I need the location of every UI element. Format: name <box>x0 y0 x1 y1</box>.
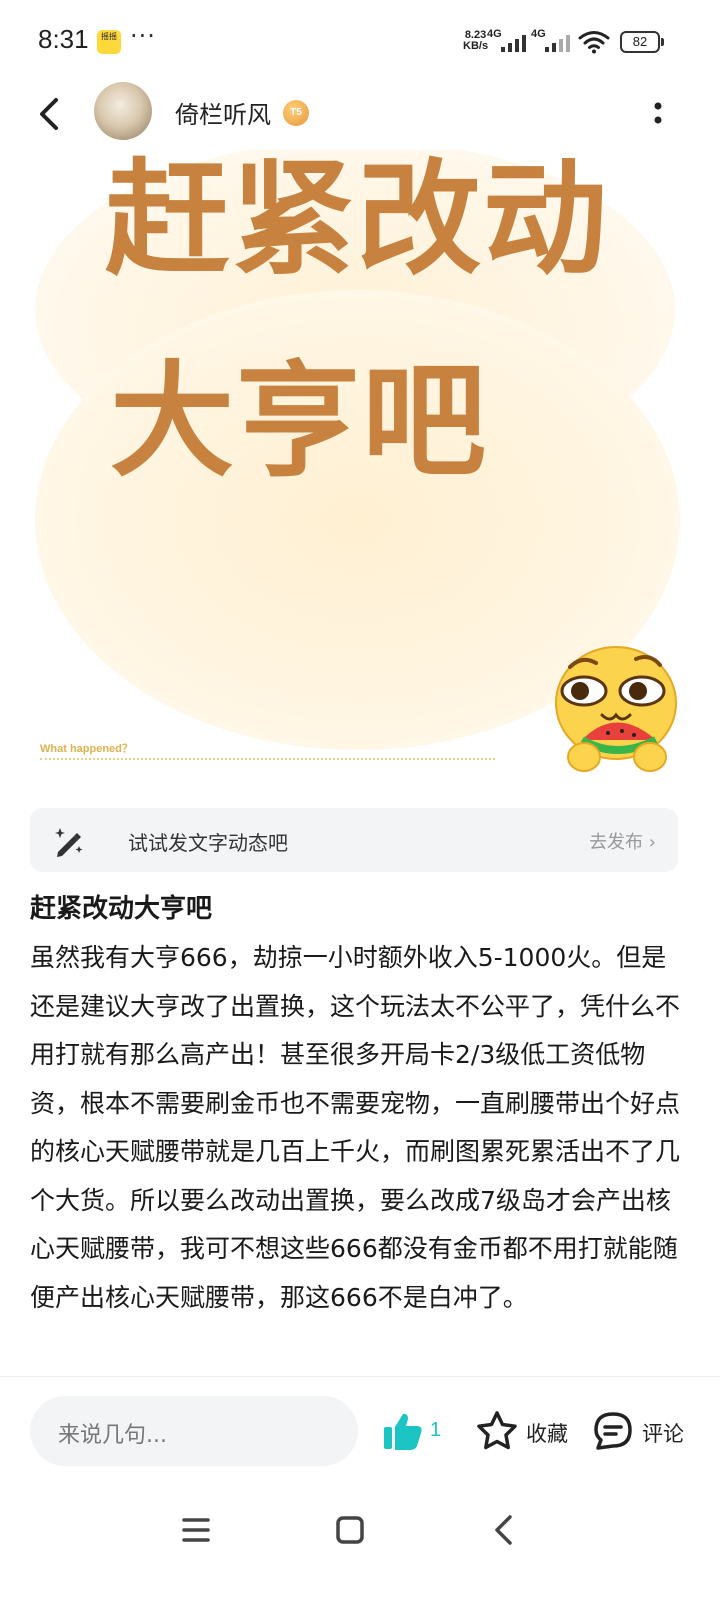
like-button[interactable]: 1 <box>382 1410 452 1452</box>
post-body: 虽然我有大亨666，劫掠一小时额外收入5-1000火。但是还是建议大亨改了出置换… <box>30 943 681 1312</box>
comment-input[interactable]: 来说几句... <box>30 1396 358 1466</box>
comment-button[interactable]: 评论 <box>592 1408 692 1454</box>
system-navigation-bar <box>0 1490 720 1570</box>
signal-sim1-label: 4G <box>487 28 502 40</box>
battery-tip <box>661 38 664 46</box>
square-home-icon[interactable] <box>330 1510 370 1550</box>
battery-indicator: 82 <box>620 31 664 53</box>
publish-link-label: 去发布 <box>589 832 644 853</box>
back-button[interactable] <box>32 94 66 134</box>
hero-divider <box>40 758 495 760</box>
hero-headline-line2: 大亨吧 <box>110 350 489 494</box>
network-speed-unit: KB/s <box>463 40 489 52</box>
hero-headline-line1: 赶紧改动 <box>105 150 610 292</box>
chat-bubble-icon <box>594 1412 632 1450</box>
magic-pen-icon <box>55 828 83 857</box>
chevron-right-icon: › <box>648 832 656 853</box>
signal-bars-icon <box>501 35 526 52</box>
author-name[interactable]: 倚栏听风 <box>175 95 271 130</box>
hero-caption: What happened？ <box>40 743 133 755</box>
bottom-bar-divider <box>0 1376 720 1377</box>
comment-placeholder: 来说几句... <box>58 1423 167 1448</box>
wifi-icon <box>578 31 610 54</box>
signal-bars-icon <box>545 35 570 52</box>
level-badge: T5 <box>283 100 309 126</box>
post-image[interactable]: 赶紧改动 大亨吧 What happened？ <box>0 150 720 790</box>
prompt-text: 试试发文字动态吧 <box>128 831 288 855</box>
favorite-button[interactable]: 收藏 <box>476 1408 576 1454</box>
favorite-label: 收藏 <box>526 1422 568 1446</box>
battery-level: 82 <box>620 31 660 53</box>
like-count: 1 <box>430 1419 442 1441</box>
post-header: 倚栏听风 T5 <box>0 80 720 150</box>
author-avatar[interactable] <box>94 82 152 140</box>
back-triangle-icon[interactable] <box>484 1510 524 1550</box>
status-bar: 8:31 摇摇 ··· 8.23 KB/s 4G 4G 82 <box>0 0 720 84</box>
comment-label: 评论 <box>642 1422 684 1446</box>
app-notification-icon: 摇摇 <box>97 30 121 54</box>
emoji-sticker-icon <box>555 646 677 772</box>
publish-link[interactable]: 去发布 › <box>589 828 656 854</box>
star-icon <box>477 1411 517 1450</box>
post-title: 赶紧改动大亨吧 <box>30 894 213 924</box>
status-time: 8:31 <box>38 24 89 54</box>
more-options-button[interactable] <box>648 98 668 128</box>
post-prompt-bar[interactable]: 试试发文字动态吧 去发布 › <box>30 808 678 872</box>
signal-sim1: 4G <box>487 28 529 54</box>
network-speed: 8.23 KB/s <box>463 30 488 52</box>
signal-sim2: 4G <box>531 28 573 54</box>
menu-icon[interactable] <box>176 1510 216 1550</box>
more-notifications-indicator: ··· <box>130 22 156 50</box>
thumbs-up-icon <box>384 1413 422 1450</box>
signal-sim2-label: 4G <box>531 28 546 40</box>
